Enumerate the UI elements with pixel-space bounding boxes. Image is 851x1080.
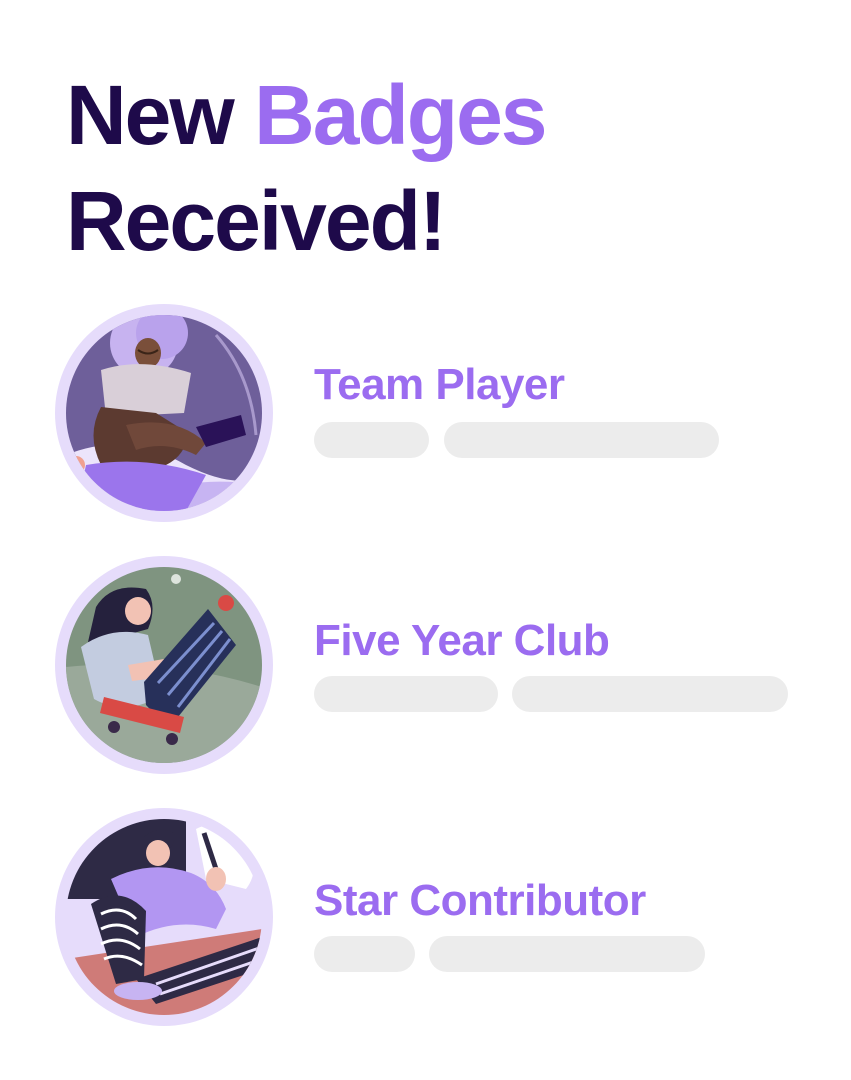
title-word-new: New [66, 68, 235, 162]
team-player-illustration-icon [66, 315, 262, 511]
text-placeholder [512, 676, 788, 712]
badge-item-five-year-club[interactable]: Five Year Club [55, 556, 815, 774]
text-placeholder [444, 422, 719, 458]
five-year-club-illustration-icon [66, 567, 262, 763]
badge-item-star-contributor[interactable]: Star Contributor [55, 808, 815, 1026]
badge-title: Team Player [314, 360, 565, 409]
title-word-badges: Badges [254, 68, 547, 162]
badge-title: Five Year Club [314, 616, 610, 665]
page-title: New Badges Received! [66, 62, 548, 274]
text-placeholder [429, 936, 705, 972]
star-contributor-illustration-icon [66, 819, 262, 1015]
text-placeholder [314, 422, 429, 458]
badge-avatar [55, 808, 273, 1026]
badge-title: Star Contributor [314, 876, 646, 925]
title-word-received: Received! [66, 174, 447, 268]
badge-item-team-player[interactable]: Team Player [55, 304, 815, 522]
text-placeholder [314, 676, 498, 712]
text-placeholder [314, 936, 415, 972]
badge-avatar [55, 556, 273, 774]
badge-avatar [55, 304, 273, 522]
